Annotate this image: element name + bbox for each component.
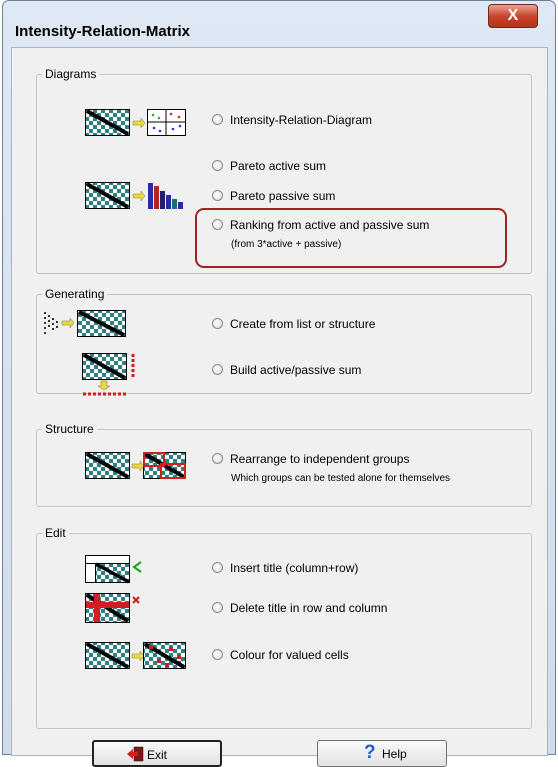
group-label-diagrams: Diagrams — [42, 67, 100, 81]
radio-pareto-passive-sum[interactable] — [212, 190, 223, 201]
exit-label: Exit — [147, 748, 168, 762]
radio-create-from-list[interactable] — [212, 318, 223, 329]
exit-button[interactable]: Exit — [92, 740, 222, 767]
rearrange-groups-icon — [85, 452, 186, 479]
radio-rearrange-groups[interactable] — [212, 453, 223, 464]
delete-title-icon — [85, 593, 140, 623]
help-question-icon: ? — [364, 742, 376, 763]
radio-pareto-active-sum[interactable] — [212, 160, 223, 171]
group-label-generating: Generating — [42, 287, 108, 301]
close-icon: X — [507, 7, 519, 24]
radio-insert-title[interactable] — [212, 562, 223, 573]
insert-title-icon — [85, 555, 142, 584]
matrix-to-scatter-icon — [85, 109, 186, 136]
radio-delete-title[interactable] — [212, 602, 223, 613]
dialog-window: Intensity-Relation-Matrix X Diagrams Int… — [2, 0, 556, 767]
help-label: Help — [382, 747, 407, 761]
build-sum-icon — [82, 353, 135, 396]
close-button[interactable]: X — [488, 4, 538, 28]
rearrange-description: Which groups can be tested alone for the… — [231, 473, 451, 484]
exit-door-icon — [127, 746, 144, 762]
group-label-edit: Edit — [42, 526, 69, 540]
title-bar[interactable]: Intensity-Relation-Matrix X — [3, 1, 555, 40]
list-to-matrix-icon — [44, 310, 126, 337]
ranking-option-highlight — [195, 208, 507, 268]
dialog-body: Diagrams Intensity-Relation-Diagram Pare… — [11, 47, 548, 767]
window-title: Intensity-Relation-Matrix — [15, 23, 191, 40]
radio-intensity-relation-diagram[interactable] — [212, 114, 223, 125]
matrix-to-pareto-icon — [85, 182, 183, 209]
colour-cells-icon — [85, 642, 186, 669]
group-label-structure: Structure — [42, 422, 97, 436]
radio-build-active-passive-sum[interactable] — [212, 364, 223, 375]
radio-colour-valued-cells[interactable] — [212, 649, 223, 660]
help-button[interactable]: ? Help — [317, 740, 447, 767]
